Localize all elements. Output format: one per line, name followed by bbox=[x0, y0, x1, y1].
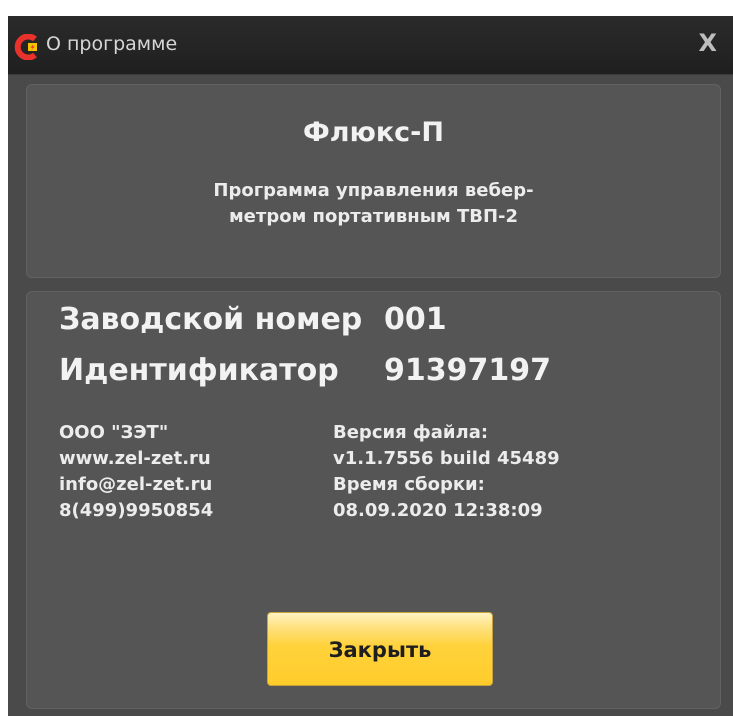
company-info: ООО "ЗЭТ" www.zel-zet.ru info@zel-zet.ru… bbox=[59, 420, 213, 524]
serial-number-label: Заводской номер bbox=[59, 302, 363, 337]
close-icon[interactable]: X bbox=[698, 29, 717, 57]
company-phone: 8(499)9950854 bbox=[59, 500, 214, 521]
build-info: Версия файла: v1.1.7556 build 45489 Врем… bbox=[333, 420, 560, 524]
identifier-label: Идентификатор bbox=[59, 353, 339, 388]
device-info-panel: Заводской номер 001 Идентификатор 913971… bbox=[26, 291, 721, 709]
product-info-panel: Флюкс-П Программа управления вебер- метр… bbox=[26, 84, 721, 278]
build-time-label: Время сборки: bbox=[333, 474, 485, 495]
serial-number-value: 001 bbox=[384, 302, 447, 337]
window-title: О программе bbox=[46, 33, 178, 55]
company-email: info@zel-zet.ru bbox=[59, 474, 213, 495]
close-button[interactable]: Закрыть bbox=[267, 612, 493, 686]
app-logo-icon bbox=[13, 33, 39, 61]
build-time-value: 08.09.2020 12:38:09 bbox=[333, 500, 543, 521]
title-bar[interactable]: О программе X bbox=[8, 16, 733, 75]
file-version-value: v1.1.7556 build 45489 bbox=[333, 448, 560, 469]
company-website: www.zel-zet.ru bbox=[59, 448, 211, 469]
company-name: ООО "ЗЭТ" bbox=[59, 422, 169, 443]
identifier-value: 91397197 bbox=[384, 353, 551, 388]
product-name: Флюкс-П bbox=[303, 117, 444, 148]
about-dialog: О программе X Флюкс-П Программа управлен… bbox=[8, 16, 733, 716]
file-version-label: Версия файла: bbox=[333, 422, 489, 443]
product-description: Программа управления вебер- метром порта… bbox=[213, 180, 534, 227]
